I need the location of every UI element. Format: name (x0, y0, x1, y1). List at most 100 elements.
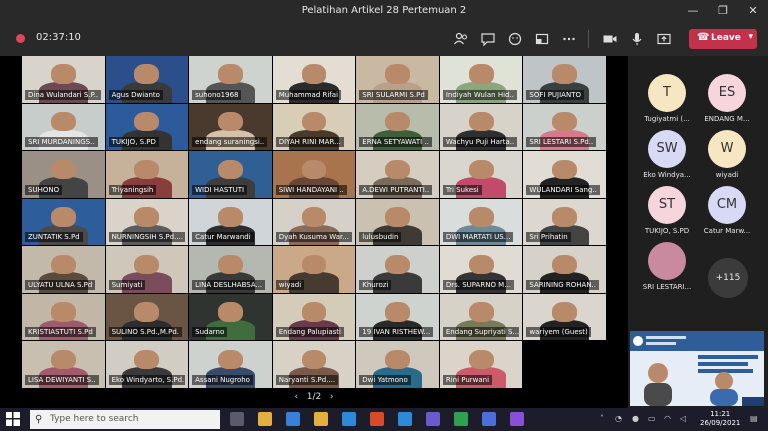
participant-avatar[interactable]: W (708, 130, 746, 168)
minimize-button[interactable]: — (678, 0, 708, 22)
participant-video-tile[interactable]: Sudarno (189, 293, 272, 341)
participant-video-tile[interactable]: Eko Windyarto, S.Pd. (105, 341, 189, 388)
tray-app-icon[interactable]: ● (632, 414, 639, 423)
participant-video-tile[interactable]: Drs. SUPARNO M... (439, 246, 523, 293)
participant-video-tile[interactable]: Sri Prihatin (523, 198, 606, 246)
participant-avatar[interactable] (648, 242, 686, 280)
participant-video-tile[interactable]: SIWI HANDAYANI .. (272, 151, 356, 198)
windows-start-icon[interactable] (6, 412, 20, 426)
participant-video-tile[interactable]: Khurozi (356, 246, 439, 293)
participant-avatar[interactable]: SW (648, 130, 686, 168)
taskbar-app-icon[interactable] (230, 412, 244, 426)
participant-video-tile[interactable]: lulusbudin (356, 198, 439, 246)
chevron-down-icon[interactable]: ▾ (748, 32, 753, 42)
taskbar-app-icon[interactable] (482, 412, 496, 426)
taskbar-search-box[interactable]: ⚲ Type here to search (30, 410, 220, 429)
participant-video-tile[interactable]: ERNA SETYAWATI .. (356, 103, 439, 151)
reactions-icon[interactable] (507, 31, 523, 47)
tray-chevron-icon[interactable]: ˄ (600, 414, 604, 423)
participant-video-tile[interactable]: TUKIJO, S.PD (105, 103, 189, 151)
participant-video-tile[interactable]: Endang Palupiasti (272, 293, 356, 341)
participant-face (301, 64, 327, 84)
participant-video-tile[interactable]: Catur Marwandi (189, 198, 272, 246)
participant-video-tile[interactable]: Muhammad Rifai (272, 56, 356, 103)
participant-video-tile[interactable]: wiyadi (272, 246, 356, 293)
mic-icon[interactable] (629, 31, 645, 47)
participant-video-tile[interactable]: Triyaningsih (105, 151, 189, 198)
participant-video-tile[interactable]: Assani Nugroho (189, 341, 272, 388)
participant-video-tile[interactable]: LISA DEWIYANTI S.. (22, 341, 105, 388)
taskbar-app-icon[interactable] (286, 412, 300, 426)
participant-name-label: Wachyu Puji Harta.. (442, 137, 518, 148)
system-clock[interactable]: 11:21 26/09/2021 (700, 410, 740, 428)
more-icon[interactable] (561, 31, 577, 47)
participants-icon[interactable] (453, 31, 469, 47)
participant-video-tile[interactable]: SARINING ROHAN.. (523, 246, 606, 293)
participant-video-tile[interactable]: NURNINGSIH S.Pd.... (105, 198, 189, 246)
share-icon[interactable] (656, 31, 672, 47)
notification-icon[interactable]: ▤ (750, 414, 758, 423)
participant-avatar[interactable]: ES (708, 74, 746, 112)
participant-video-tile[interactable]: KRISTIASTUTI S.Pd (22, 293, 105, 341)
chat-icon[interactable] (480, 31, 496, 47)
participant-video-tile[interactable]: endang suraningsi.. (189, 103, 272, 151)
participant-video-tile[interactable]: 19 IVAN RISTHEW... (356, 293, 439, 341)
taskbar-app-icon[interactable] (314, 412, 328, 426)
taskbar-app-icon[interactable] (370, 412, 384, 426)
participant-video-tile[interactable]: Wachyu Puji Harta.. (439, 103, 523, 151)
participant-video-tile[interactable]: SULINO S.Pd.,M.Pd. (105, 293, 189, 341)
participant-video-tile[interactable]: Endang Supriyati S... (439, 293, 523, 341)
participant-video-tile[interactable]: SUHONO (22, 151, 105, 198)
participant-video-tile[interactable]: Indiyah Wulan Hid.. (439, 56, 523, 103)
participant-face (552, 254, 578, 275)
participant-name-label: Dyah Kusuma War... (275, 232, 352, 243)
participant-name-label: Catur Marwandi (192, 232, 254, 243)
participant-video-tile[interactable]: SRI SULARMI S.Pd (356, 56, 439, 103)
participant-video-tile[interactable]: Dina Wulandari S.P.. (22, 56, 105, 103)
battery-icon[interactable]: ▭ (648, 414, 656, 423)
volume-icon[interactable]: ◁ (680, 414, 686, 423)
close-button[interactable]: ✕ (738, 0, 768, 22)
participant-name-label: suhono1968 (192, 89, 242, 100)
participant-video-tile[interactable]: Dwi Yatmono (356, 341, 439, 388)
participant-video-tile[interactable]: suhono1968 (189, 56, 272, 103)
taskbar-app-icon[interactable] (510, 412, 524, 426)
participant-face (50, 254, 76, 275)
participant-video-tile[interactable]: SOFI PUJIANTO (523, 56, 606, 103)
participant-avatar[interactable]: CM (708, 186, 746, 224)
page-indicator: 1/2 (306, 392, 322, 402)
more-participants-button[interactable]: +115 (708, 258, 748, 298)
camera-icon[interactable] (602, 31, 618, 47)
participant-video-tile[interactable]: WULANDARI Sang.. (523, 151, 606, 198)
participant-video-tile[interactable]: wariyem (Guest) (523, 293, 606, 341)
network-icon[interactable]: ◔ (615, 414, 622, 423)
participant-video-tile[interactable]: Tri Sukesi (439, 151, 523, 198)
taskbar-app-icon[interactable] (426, 412, 440, 426)
participant-avatar[interactable]: T (648, 74, 686, 112)
taskbar-app-icon[interactable] (342, 412, 356, 426)
participant-video-tile[interactable]: LINA DESLHABSA... (189, 246, 272, 293)
participant-video-tile[interactable]: SRI LESTARI S.Pd.. (523, 103, 606, 151)
participant-video-tile[interactable]: DIYAH RINI MAR... (272, 103, 356, 151)
next-page-icon[interactable]: › (330, 392, 334, 402)
participant-video-tile[interactable]: Agus Dwianto (105, 56, 189, 103)
leave-button[interactable]: ☎ Leave ▾ (689, 29, 757, 49)
taskbar-app-icon[interactable] (258, 412, 272, 426)
participant-avatar[interactable]: ST (648, 186, 686, 224)
participant-video-tile[interactable]: Rini Purwani (439, 341, 523, 388)
participant-video-tile[interactable]: WIDI HASTUTI (189, 151, 272, 198)
participant-video-tile[interactable]: Naryanti S.Pd.... (272, 341, 356, 388)
participant-video-tile[interactable]: Sumiyati (105, 246, 189, 293)
taskbar-app-icon[interactable] (398, 412, 412, 426)
participant-video-tile[interactable]: DWI MARTATI US... (439, 198, 523, 246)
participant-video-tile[interactable]: A.DEWI PUTRANTI.. (356, 151, 439, 198)
prev-page-icon[interactable]: ‹ (295, 392, 299, 402)
participant-video-tile[interactable]: Dyah Kusuma War... (272, 198, 356, 246)
participant-video-tile[interactable]: ZUNTATIK S.Pd (22, 198, 105, 246)
participant-video-tile[interactable]: ULYATU ULNA S.Pd (22, 246, 105, 293)
rooms-icon[interactable] (534, 31, 550, 47)
participant-video-tile[interactable]: SRI MURDANINGS.. (22, 103, 105, 151)
restore-button[interactable]: ❐ (708, 0, 738, 22)
wifi-icon[interactable]: ◠ (664, 414, 671, 423)
taskbar-app-icon[interactable] (454, 412, 468, 426)
